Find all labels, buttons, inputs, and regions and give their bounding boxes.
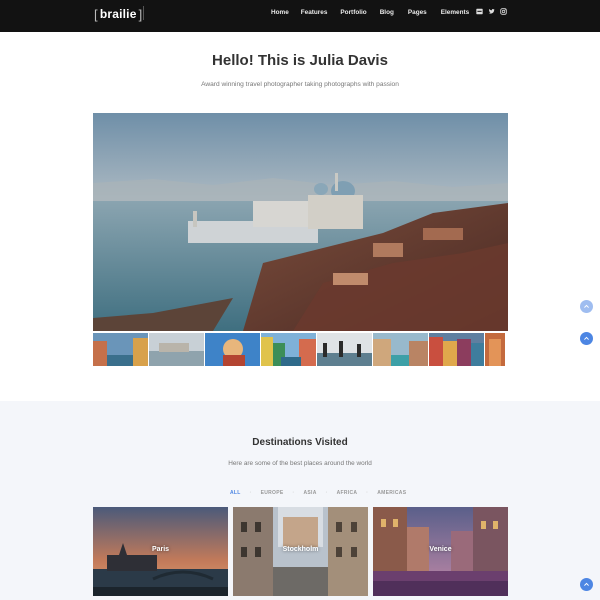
card-label: Paris xyxy=(151,546,170,553)
thumbnail[interactable] xyxy=(93,333,148,366)
main-nav: Home Features Portfolio Blog Pages Eleme… xyxy=(271,8,488,17)
thumbnail[interactable] xyxy=(261,333,316,366)
nav-home[interactable]: Home xyxy=(271,9,289,16)
instagram-icon[interactable] xyxy=(500,8,507,15)
chevron-up-icon xyxy=(584,336,589,340)
hero-title: Hello! This is Julia Davis xyxy=(212,52,388,69)
thumbnail[interactable] xyxy=(485,333,505,366)
back-to-top-button[interactable] xyxy=(580,332,593,345)
destinations-subtitle: Here are some of the best places around … xyxy=(228,460,372,467)
region-filter-tabs: ALL · EUROPE · ASIA · AFRICA · AMERICAS xyxy=(230,490,407,496)
scroll-up-button[interactable] xyxy=(580,300,593,313)
filter-all[interactable]: ALL xyxy=(230,490,241,496)
thumbnail[interactable] xyxy=(149,333,204,366)
square-icon[interactable] xyxy=(476,8,483,15)
scroll-to-top-button[interactable] xyxy=(580,578,593,591)
nav-portfolio[interactable]: Portfolio xyxy=(340,9,366,16)
chevron-up-icon xyxy=(584,304,589,308)
hero-subtitle: Award winning travel photographer taking… xyxy=(201,81,399,88)
logo-divider xyxy=(140,6,144,20)
destination-card-venice[interactable]: Venice xyxy=(373,507,508,596)
featured-photo[interactable] xyxy=(93,113,508,331)
destination-card-paris[interactable]: Paris xyxy=(93,507,228,596)
filter-africa[interactable]: AFRICA xyxy=(337,490,358,496)
site-logo[interactable]: [ brailie ] xyxy=(92,6,144,22)
nav-elements[interactable]: Elements xyxy=(441,9,469,16)
site-header: [ brailie ] Home Features Portfolio Blog… xyxy=(0,0,600,32)
thumbnail[interactable] xyxy=(429,333,484,366)
thumbnail[interactable] xyxy=(373,333,428,366)
twitter-icon[interactable] xyxy=(488,8,495,15)
photo-thumbnail-strip xyxy=(93,333,508,366)
card-label: Venice xyxy=(429,546,452,553)
logo-text: brailie xyxy=(99,7,137,21)
filter-asia[interactable]: ASIA xyxy=(303,490,316,496)
nav-pages[interactable]: Pages xyxy=(408,9,427,16)
card-label: Stockholm xyxy=(282,546,319,553)
nav-blog[interactable]: Blog xyxy=(380,9,394,16)
filter-americas[interactable]: AMERICAS xyxy=(377,490,406,496)
filter-europe[interactable]: EUROPE xyxy=(261,490,284,496)
chevron-up-icon xyxy=(584,582,589,586)
thumbnail[interactable] xyxy=(205,333,260,366)
destination-card-stockholm[interactable]: Stockholm xyxy=(233,507,368,596)
nav-features[interactable]: Features xyxy=(301,9,328,16)
destinations-title: Destinations Visited xyxy=(252,437,348,448)
social-links xyxy=(476,8,507,15)
thumbnail[interactable] xyxy=(317,333,372,366)
